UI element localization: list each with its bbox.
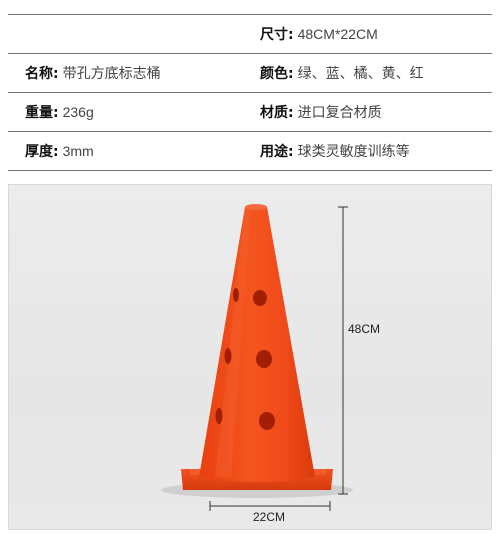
product-photo: 48CM 22CM xyxy=(8,184,492,530)
spec-label-material: 材质: xyxy=(260,105,294,121)
spec-row-thickness-usage: 厚度: 3mm 用途: 球类灵敏度训练等 xyxy=(8,132,492,171)
spec-value-material: 进口复合材质 xyxy=(297,105,382,121)
spec-cell-material: 材质: 进口复合材质 xyxy=(250,102,492,122)
cone-illustration xyxy=(161,204,353,511)
spec-row-name-color: 名称: 带孔方底标志桶 颜色: 绿、蓝、橘、黄、红 xyxy=(8,54,492,93)
spec-cell-name: 名称: 带孔方底标志桶 xyxy=(8,63,250,83)
spec-cell-size: 尺寸: 48CM*22CM xyxy=(250,24,492,44)
spec-label-thickness: 厚度: xyxy=(25,144,59,160)
spec-label-name: 名称: xyxy=(25,66,59,82)
spec-value-size: 48CM*22CM xyxy=(297,26,378,42)
cone-hole xyxy=(233,288,239,302)
spec-cell-thickness: 厚度: 3mm xyxy=(8,141,250,161)
spec-label-usage: 用途: xyxy=(260,144,294,160)
spec-label-size: 尺寸: xyxy=(260,27,294,43)
spec-cell-color: 颜色: 绿、蓝、橘、黄、红 xyxy=(250,63,492,83)
spec-value-thickness: 3mm xyxy=(62,143,94,159)
cone-hole xyxy=(215,408,223,424)
spec-row-size: 尺寸: 48CM*22CM xyxy=(8,14,492,54)
height-dimension-label: 48CM xyxy=(348,322,381,336)
cone-top-opening xyxy=(245,204,267,210)
spec-value-name: 带孔方底标志桶 xyxy=(62,66,161,82)
cone-hole xyxy=(253,290,267,306)
spec-value-usage: 球类灵敏度训练等 xyxy=(297,144,410,160)
cone-hole xyxy=(224,348,232,364)
cone-hole xyxy=(259,412,275,430)
spec-row-weight-material: 重量: 236g 材质: 进口复合材质 xyxy=(8,93,492,132)
spec-table: 尺寸: 48CM*22CM 名称: 带孔方底标志桶 颜色: 绿、蓝、橘、黄、红 … xyxy=(8,14,492,171)
spec-cell-weight: 重量: 236g xyxy=(8,102,250,122)
cone-body xyxy=(199,207,315,482)
cone-hole xyxy=(256,350,272,368)
width-dimension-label: 22CM xyxy=(253,510,286,524)
spec-value-color: 绿、蓝、橘、黄、红 xyxy=(297,66,424,82)
spec-label-weight: 重量: xyxy=(25,105,59,121)
spec-label-color: 颜色: xyxy=(260,66,294,82)
spec-cell-usage: 用途: 球类灵敏度训练等 xyxy=(250,141,492,161)
spec-value-weight: 236g xyxy=(62,104,94,120)
